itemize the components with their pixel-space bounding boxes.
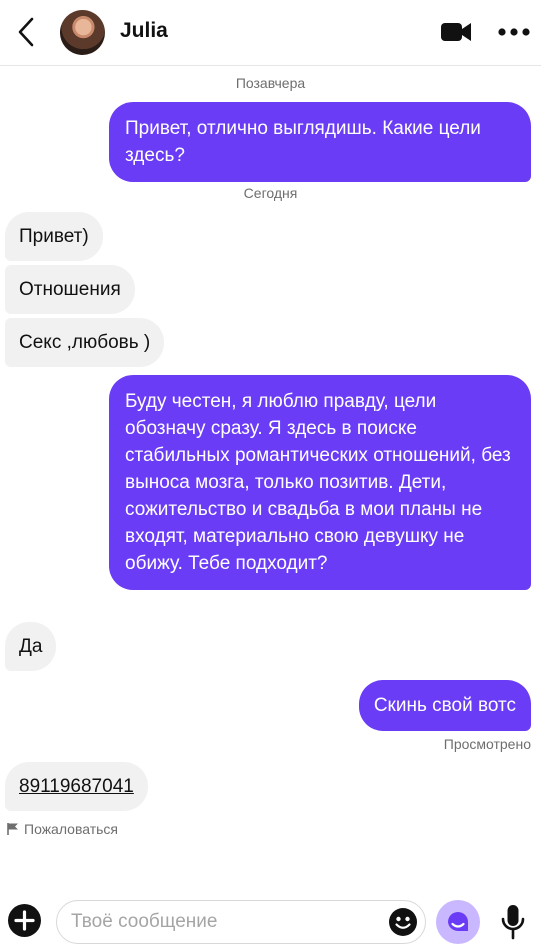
emoji-icon[interactable] (388, 907, 418, 937)
date-separator: Сегодня (243, 185, 298, 201)
date-separator: Позавчера (235, 75, 306, 91)
report-label: Пожаловаться (24, 821, 119, 837)
incoming-message[interactable]: Привет) (5, 212, 103, 261)
message-input[interactable] (71, 901, 371, 943)
sticker-icon[interactable] (436, 900, 480, 944)
add-attachment-icon[interactable] (8, 904, 41, 937)
flag-icon (7, 823, 18, 835)
incoming-message[interactable]: Да (5, 622, 57, 671)
chat-screen: Julia Позавчера Привет, отлично выглядиш… (0, 0, 541, 947)
video-call-icon[interactable] (440, 20, 472, 44)
incoming-message: 89119687041 (5, 762, 148, 811)
back-arrow-icon[interactable] (14, 15, 40, 49)
message-input-bar (0, 893, 541, 947)
incoming-message[interactable]: Секс ,любовь ) (5, 318, 165, 367)
message-field (56, 900, 426, 944)
report-button[interactable]: Пожаловаться (6, 821, 118, 837)
more-options-icon[interactable] (497, 20, 531, 44)
contact-name[interactable]: Julia (120, 19, 168, 43)
microphone-icon[interactable] (500, 904, 526, 940)
outgoing-message[interactable]: Привет, отлично выглядишь. Какие цели зд… (109, 102, 531, 182)
outgoing-message[interactable]: Скинь свой вотс (358, 680, 531, 731)
avatar[interactable] (60, 10, 105, 55)
outgoing-message[interactable]: Буду честен, я люблю правду, цели обозна… (109, 375, 531, 590)
phone-number-link[interactable]: 89119687041 (19, 776, 134, 797)
incoming-message[interactable]: Отношения (5, 265, 135, 314)
chat-header: Julia (0, 0, 541, 66)
seen-status: Просмотрено (443, 736, 531, 752)
